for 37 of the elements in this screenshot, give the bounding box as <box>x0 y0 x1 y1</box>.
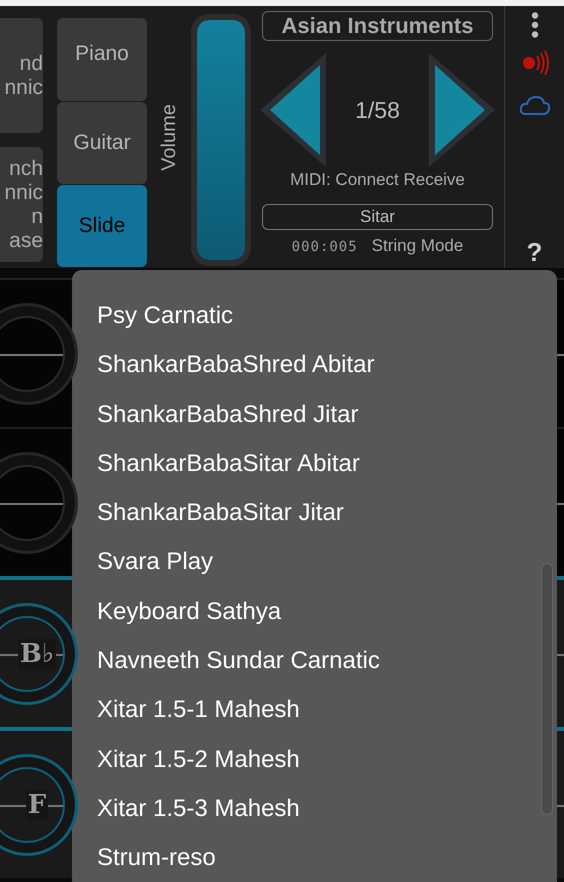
previous-arrow-icon[interactable] <box>258 51 328 169</box>
menu-item[interactable]: ShankarBabaSitar Abitar <box>97 438 557 488</box>
scrollbar[interactable] <box>541 563 553 815</box>
string-knob[interactable] <box>0 452 78 554</box>
preset-button[interactable]: nch nnic n ase <box>0 147 43 262</box>
menu-item[interactable]: ShankarBabaShred Abitar <box>97 340 557 390</box>
menu-item[interactable]: Navneeth Sundar Carnatic <box>97 636 557 686</box>
menu-item[interactable]: Xitar 1.5-3 Mahesh <box>97 784 557 834</box>
menu-item[interactable]: Svara Play <box>97 537 557 587</box>
string-knob[interactable] <box>0 302 78 404</box>
mode-tab[interactable]: Guitar <box>57 102 147 184</box>
menu-item[interactable]: ShankarBabaShred Jitar <box>97 390 557 439</box>
menu-item[interactable]: ShankarBabaSitar Jitar <box>97 488 557 538</box>
preset-code: 000:005 <box>292 239 358 255</box>
next-arrow-icon[interactable] <box>427 51 498 169</box>
menu-item[interactable]: Psy Carnatic <box>97 291 557 340</box>
menu-item[interactable]: Xitar 1.5-2 Mahesh <box>97 734 557 784</box>
help-button[interactable]: ? <box>526 237 542 268</box>
volume-slider[interactable] <box>191 14 251 266</box>
menu-item[interactable]: Keyboard Sathya <box>97 586 557 636</box>
note-label: B♭ <box>18 638 56 668</box>
more-options-icon[interactable] <box>530 12 538 38</box>
midi-status: MIDI: Connect Receive <box>290 170 465 190</box>
mode-label: String Mode <box>372 236 464 256</box>
preset-name-field[interactable]: Sitar <box>262 204 493 230</box>
menu-item[interactable]: Strum-reso <box>97 833 557 882</box>
cloud-icon[interactable] <box>518 94 550 116</box>
volume-label: Volume <box>158 104 180 170</box>
mode-tab[interactable]: Slide <box>57 185 147 267</box>
menu-item[interactable]: Xitar 1.5-1 Mahesh <box>97 685 557 735</box>
string-knob[interactable]: B♭ <box>0 602 78 704</box>
string-knob[interactable]: F <box>0 754 78 856</box>
category-title[interactable]: Asian Instruments <box>262 11 493 41</box>
mode-tab[interactable]: Piano <box>57 18 147 102</box>
preset-button[interactable]: nd nnic <box>0 18 43 133</box>
note-label: F <box>26 790 48 820</box>
preset-counter: 1/58 <box>355 96 400 124</box>
